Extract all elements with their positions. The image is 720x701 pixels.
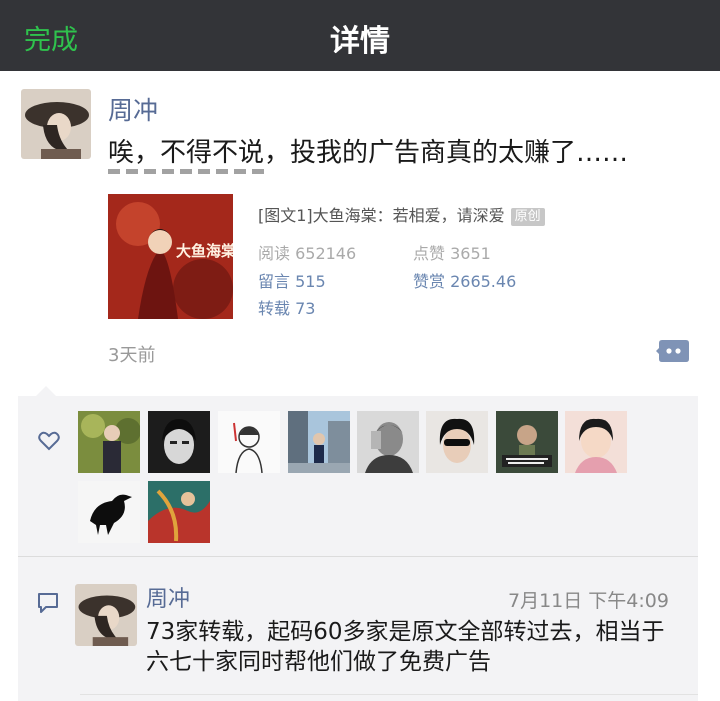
comment-icon: [37, 592, 59, 614]
panel-divider: [18, 556, 698, 557]
liker-avatar[interactable]: [78, 411, 140, 473]
comment-menu-icon[interactable]: [656, 338, 690, 366]
post-author-name[interactable]: 周冲: [108, 91, 158, 127]
liker-avatar[interactable]: [78, 481, 140, 543]
heart-icon: [38, 431, 60, 451]
article-thumbnail: 大鱼海棠: [108, 194, 233, 319]
article-title: [图文1]大鱼海棠：若相爱，请深爱 原创: [258, 202, 545, 226]
stat-likes: 点赞 3651: [413, 244, 491, 263]
comment-divider: [80, 694, 698, 695]
liker-avatar[interactable]: [565, 411, 627, 473]
original-tag: 原创: [510, 208, 545, 226]
stat-reads: 阅读 652146: [258, 244, 357, 263]
comment-author-avatar[interactable]: [75, 584, 137, 646]
liker-avatar[interactable]: [288, 411, 350, 473]
liker-avatar[interactable]: [357, 411, 419, 473]
liker-avatar[interactable]: [496, 411, 558, 473]
cropped-text-line: [108, 166, 268, 176]
panel-pointer: [36, 386, 56, 396]
stat-reposts: 转载 73: [258, 299, 316, 318]
comment-author-name[interactable]: 周冲: [146, 581, 190, 613]
liker-avatar[interactable]: [148, 481, 210, 543]
liker-avatar[interactable]: [148, 411, 210, 473]
stat-tips: 赞赏 2665.46: [413, 272, 517, 291]
stat-comments: 留言 515: [258, 272, 326, 291]
shared-screenshot[interactable]: 大鱼海棠 [图文1]大鱼海棠：若相爱，请深爱 原创 阅读 652146 点赞 36…: [108, 176, 668, 326]
comment-time: 7月11日 下午4:09: [508, 590, 669, 612]
thumb-caption: 大鱼海棠: [176, 242, 233, 260]
page-title: 详情: [330, 24, 390, 59]
post-author-avatar[interactable]: [21, 89, 91, 159]
navbar: 完成 详情: [0, 0, 720, 71]
post-timestamp: 3天前: [108, 345, 156, 366]
comment-text: 73家转载，起码60多家是原文全部转过去，相当于六七十家同时帮他们做了免费广告: [146, 619, 665, 675]
liker-avatar[interactable]: [218, 411, 280, 473]
post-text: 唉，不得不说，投我的广告商真的太赚了……: [108, 138, 629, 168]
liker-avatar[interactable]: [426, 411, 488, 473]
